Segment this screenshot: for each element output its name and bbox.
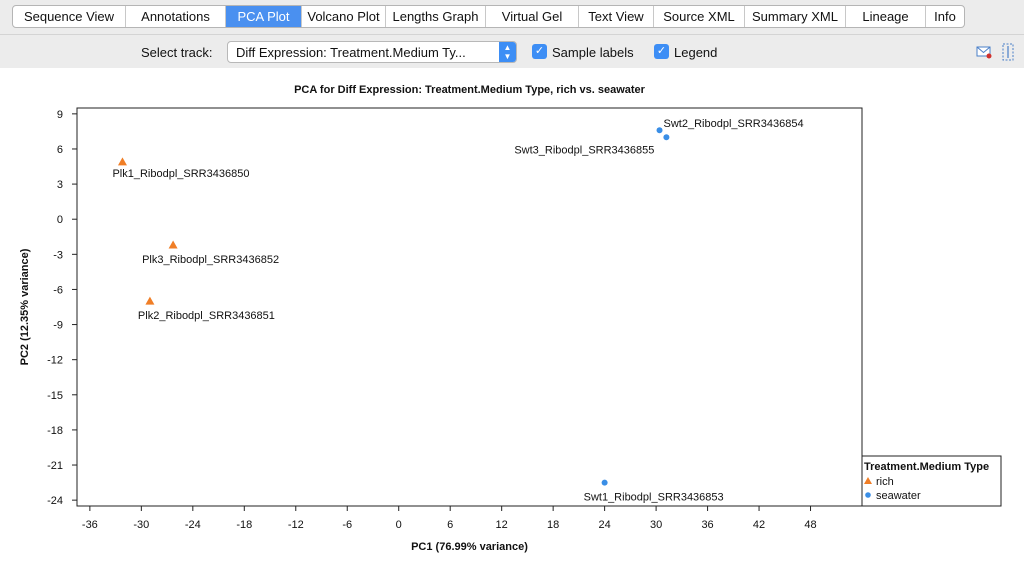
sample-label: Swt2_Ribodpl_SRR3436854 (664, 118, 804, 130)
y-tick-label: -9 (53, 320, 63, 332)
sample-label: Plk1_Ribodpl_SRR3436850 (112, 168, 249, 180)
x-tick-label: -12 (288, 519, 304, 531)
data-point-seawater (656, 127, 663, 134)
y-tick-label: 0 (57, 214, 63, 226)
view-tab-bar: Sequence View Annotations PCA Plot Volcano … (12, 5, 965, 28)
y-tick-label: 6 (57, 144, 63, 156)
x-tick-label: 24 (598, 519, 610, 531)
y-tick-label: 3 (57, 179, 63, 191)
tab-pca-plot[interactable]: PCA Plot (226, 6, 302, 27)
legend-entry-rich: rich (876, 476, 894, 488)
data-point-seawater (601, 479, 608, 486)
x-tick-label: -6 (342, 519, 352, 531)
legend-entry-seawater: seawater (876, 490, 921, 502)
y-tick-label: -6 (53, 284, 63, 296)
y-tick-label: -18 (47, 425, 63, 437)
x-tick-label: -36 (82, 519, 98, 531)
sample-label: Swt1_Ribodpl_SRR3436853 (584, 492, 724, 504)
data-point-seawater (663, 134, 670, 141)
select-arrows-icon: ▲ ▼ (499, 42, 516, 62)
tab-text-view[interactable]: Text View (579, 6, 654, 27)
tab-sequence-view[interactable]: Sequence View (13, 6, 126, 27)
chart-title: PCA for Diff Expression: Treatment.Mediu… (294, 84, 646, 96)
x-tick-label: 42 (753, 519, 765, 531)
track-select[interactable]: Diff Expression: Treatment.Medium Ty... … (227, 41, 517, 63)
y-tick-label: -24 (47, 495, 63, 507)
y-tick-label: -12 (47, 355, 63, 367)
x-axis-label: PC1 (76.99% variance) (411, 541, 528, 553)
y-tick-label: -21 (47, 460, 63, 472)
dock-icon[interactable] (1000, 43, 1016, 66)
y-tick-label: -15 (47, 390, 63, 402)
pca-plot-panel: PCA for Diff Expression: Treatment.Mediu… (0, 68, 1024, 573)
tab-lineage[interactable]: Lineage (846, 6, 926, 27)
legend-checkbox[interactable]: ✓ (654, 44, 669, 59)
tab-source-xml[interactable]: Source XML (654, 6, 745, 27)
sample-labels-label: Sample labels (552, 45, 634, 60)
sample-label: Swt3_Ribodpl_SRR3436855 (514, 144, 654, 156)
x-tick-label: -18 (236, 519, 252, 531)
tab-info[interactable]: Info (926, 6, 964, 27)
legend-title: Treatment.Medium Type (864, 461, 989, 473)
tab-summary-xml[interactable]: Summary XML (745, 6, 846, 27)
x-tick-label: -24 (185, 519, 201, 531)
y-axis-label: PC2 (12.35% variance) (19, 248, 31, 365)
x-tick-label: 0 (396, 519, 402, 531)
sample-label: Plk2_Ribodpl_SRR3436851 (138, 310, 275, 322)
x-tick-label: -30 (133, 519, 149, 531)
legend-label: Legend (674, 45, 718, 60)
sample-labels-checkbox[interactable]: ✓ (532, 44, 547, 59)
x-tick-label: 6 (447, 519, 453, 531)
tab-volcano-plot[interactable]: Volcano Plot (302, 6, 386, 27)
x-tick-label: 36 (701, 519, 713, 531)
x-tick-label: 12 (496, 519, 508, 531)
pca-scatter-chart: PCA for Diff Expression: Treatment.Mediu… (19, 84, 1002, 553)
tab-annotations[interactable]: Annotations (126, 6, 226, 27)
x-tick-label: 48 (804, 519, 816, 531)
plot-toolbar: Select track: Diff Expression: Treatment… (0, 34, 1024, 69)
legend-marker-seawater (865, 492, 871, 498)
sample-label: Plk3_Ribodpl_SRR3436852 (142, 254, 279, 266)
y-tick-label: -3 (53, 249, 63, 261)
mail-icon[interactable] (976, 45, 992, 64)
track-select-value: Diff Expression: Treatment.Medium Ty... (236, 45, 466, 60)
y-tick-label: 9 (57, 109, 63, 121)
x-tick-label: 30 (650, 519, 662, 531)
tab-virtual-gel[interactable]: Virtual Gel (486, 6, 579, 27)
select-track-label: Select track: (141, 45, 213, 60)
x-tick-label: 18 (547, 519, 559, 531)
tab-lengths-graph[interactable]: Lengths Graph (386, 6, 486, 27)
